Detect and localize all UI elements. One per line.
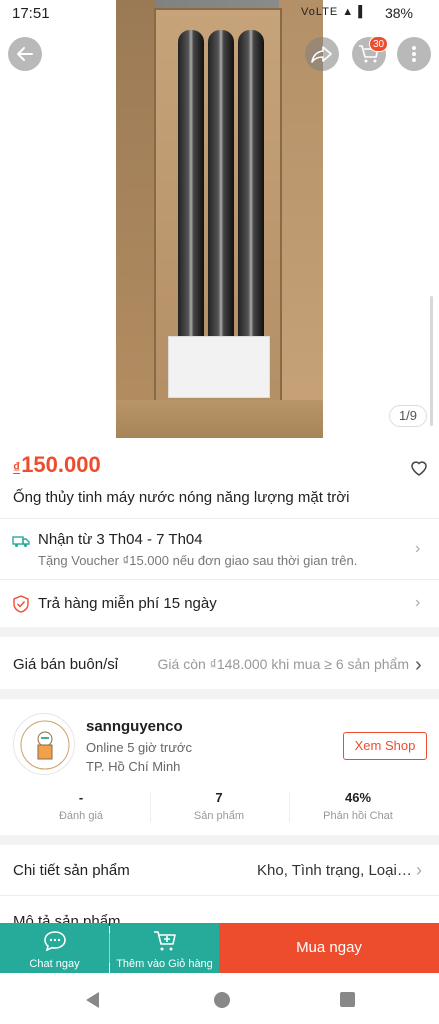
more-vertical-icon: [412, 46, 416, 62]
cart-count-badge: 30: [369, 36, 389, 52]
product-price: ₫150.000: [13, 452, 101, 478]
shop-stat-rating: - Đánh giá: [12, 790, 150, 822]
shop-location: TP. Hồ Chí Minh: [86, 759, 181, 774]
chat-now-label: Chat ngay: [29, 958, 80, 970]
shop-avatar[interactable]: [13, 713, 75, 775]
section-gap: [0, 835, 439, 845]
buy-now-button[interactable]: Mua ngay: [219, 923, 439, 973]
stat-label: Đánh giá: [58, 810, 104, 822]
product-details-value: Kho, Tình trạng, Loại b...: [257, 862, 413, 879]
shop-stat-products: 7 Sản phẩm: [150, 790, 288, 822]
shop-name[interactable]: sannguyenco: [86, 718, 183, 735]
shop-online-status: Online 5 giờ trước: [86, 740, 192, 755]
add-to-cart-button[interactable]: Thêm vào Giỏ hàng: [110, 923, 219, 973]
nav-back-icon[interactable]: [86, 992, 99, 1008]
section-gap: [0, 627, 439, 637]
nav-recents-icon[interactable]: [340, 992, 355, 1007]
product-photo[interactable]: [116, 0, 323, 438]
stat-value: 7: [215, 790, 223, 805]
shop-logo-icon: [20, 720, 70, 770]
chevron-right-icon: ›: [415, 594, 421, 611]
wholesale-label: Giá bán buôn/sỉ: [13, 656, 119, 673]
product-details-label: Chi tiết sản phẩm: [13, 862, 130, 879]
box-bottom: [116, 400, 323, 438]
foam-block: [168, 336, 270, 398]
section-gap: [0, 689, 439, 699]
box-flap-left: [116, 0, 156, 438]
stat-value: -: [78, 790, 84, 805]
back-button[interactable]: [8, 37, 42, 71]
divider: [0, 895, 439, 896]
share-icon: [311, 46, 332, 63]
cart-plus-icon: [153, 931, 176, 951]
product-page: 17:51 VoLTE ▲ ▌ 38% 30 1/9 ₫150.000 Ống …: [0, 0, 439, 1024]
system-nav-bar: [0, 973, 439, 1024]
share-button[interactable]: [305, 37, 339, 71]
status-time: 17:51: [12, 5, 50, 22]
currency-symbol: ₫: [13, 459, 21, 475]
arrow-left-icon: [17, 47, 33, 61]
glass-tube: [208, 30, 234, 360]
shield-icon: [13, 595, 29, 613]
price-value: 150.000: [21, 452, 101, 477]
chat-now-button[interactable]: Chat ngay: [0, 923, 109, 973]
chevron-right-icon: ›: [416, 860, 422, 880]
gallery-page-indicator: 1/9: [389, 405, 427, 427]
glass-tube: [238, 30, 264, 360]
delivery-voucher-note: Tặng Voucher ₫15.000 nếu đơn giao sau th…: [38, 553, 358, 568]
more-button[interactable]: [397, 37, 431, 71]
status-bar: 17:51 VoLTE ▲ ▌ 38%: [0, 0, 439, 26]
signal-icon: VoLTE ▲ ▌: [301, 6, 367, 18]
scrollbar[interactable]: [430, 296, 433, 426]
wholesale-value: Giá còn ₫148.000 khi mua ≥ 6 sản phẩm: [157, 656, 409, 672]
stat-value: 46%: [344, 790, 372, 805]
chevron-right-icon: ›: [415, 654, 422, 676]
bottom-action-bar: Chat ngay Thêm vào Giỏ hàng Mua ngay: [0, 923, 439, 973]
heart-icon[interactable]: [409, 458, 429, 478]
stat-label: Phản hồi Chat: [323, 810, 393, 822]
glass-tube: [178, 30, 204, 360]
stat-label: Sản phẩm: [193, 810, 245, 822]
chat-icon: [43, 931, 66, 952]
delivery-date: Nhận từ 3 Th04 - 7 Th04: [38, 531, 203, 548]
battery-level: 38%: [384, 5, 413, 21]
shop-stat-chat-response: 46% Phản hồi Chat: [289, 790, 427, 822]
free-returns-text: Trả hàng miễn phí 15 ngày: [38, 595, 217, 612]
view-shop-button[interactable]: Xem Shop: [343, 732, 427, 760]
divider: [0, 579, 439, 580]
divider: [0, 518, 439, 519]
truck-icon: [12, 536, 30, 547]
product-title: Ống thủy tinh máy nước nóng năng lượng m…: [13, 489, 350, 506]
add-to-cart-label: Thêm vào Giỏ hàng: [116, 958, 213, 970]
chevron-right-icon: ›: [415, 540, 421, 557]
nav-home-icon[interactable]: [214, 992, 230, 1008]
